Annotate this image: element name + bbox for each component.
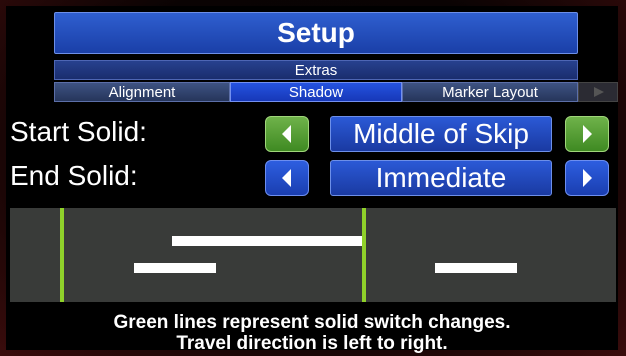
- skip-segment: [134, 263, 216, 273]
- end-solid-value[interactable]: Immediate: [330, 160, 552, 196]
- skip-segment: [435, 263, 517, 273]
- end-solid-prev-button[interactable]: [265, 160, 309, 196]
- start-solid-label: Start Solid:: [10, 116, 147, 147]
- solid-preview-panel: [10, 208, 616, 302]
- page-title: Setup: [54, 12, 578, 54]
- green-switch-line: [362, 208, 366, 302]
- green-switch-line: [60, 208, 64, 302]
- chevron-right-icon: [594, 87, 604, 97]
- tab-alignment[interactable]: Alignment: [54, 82, 230, 102]
- end-solid-label: End Solid:: [10, 160, 138, 191]
- tab-marker-layout[interactable]: Marker Layout: [402, 82, 578, 102]
- triangle-right-icon: [583, 125, 592, 143]
- end-solid-next-button[interactable]: [565, 160, 609, 196]
- caption-line-2: Travel direction is left to right.: [176, 333, 448, 354]
- tab-scroll-right-button[interactable]: [578, 82, 618, 102]
- triangle-left-icon: [282, 169, 291, 187]
- tab-extras[interactable]: Extras: [54, 60, 578, 80]
- start-solid-prev-button[interactable]: [265, 116, 309, 152]
- triangle-right-icon: [583, 169, 592, 187]
- start-solid-value[interactable]: Middle of Skip: [330, 116, 552, 152]
- start-solid-next-button[interactable]: [565, 116, 609, 152]
- tab-shadow[interactable]: Shadow: [230, 82, 402, 102]
- solid-segment: [172, 236, 362, 246]
- caption-line-1: Green lines represent solid switch chang…: [113, 312, 511, 333]
- triangle-left-icon: [282, 125, 291, 143]
